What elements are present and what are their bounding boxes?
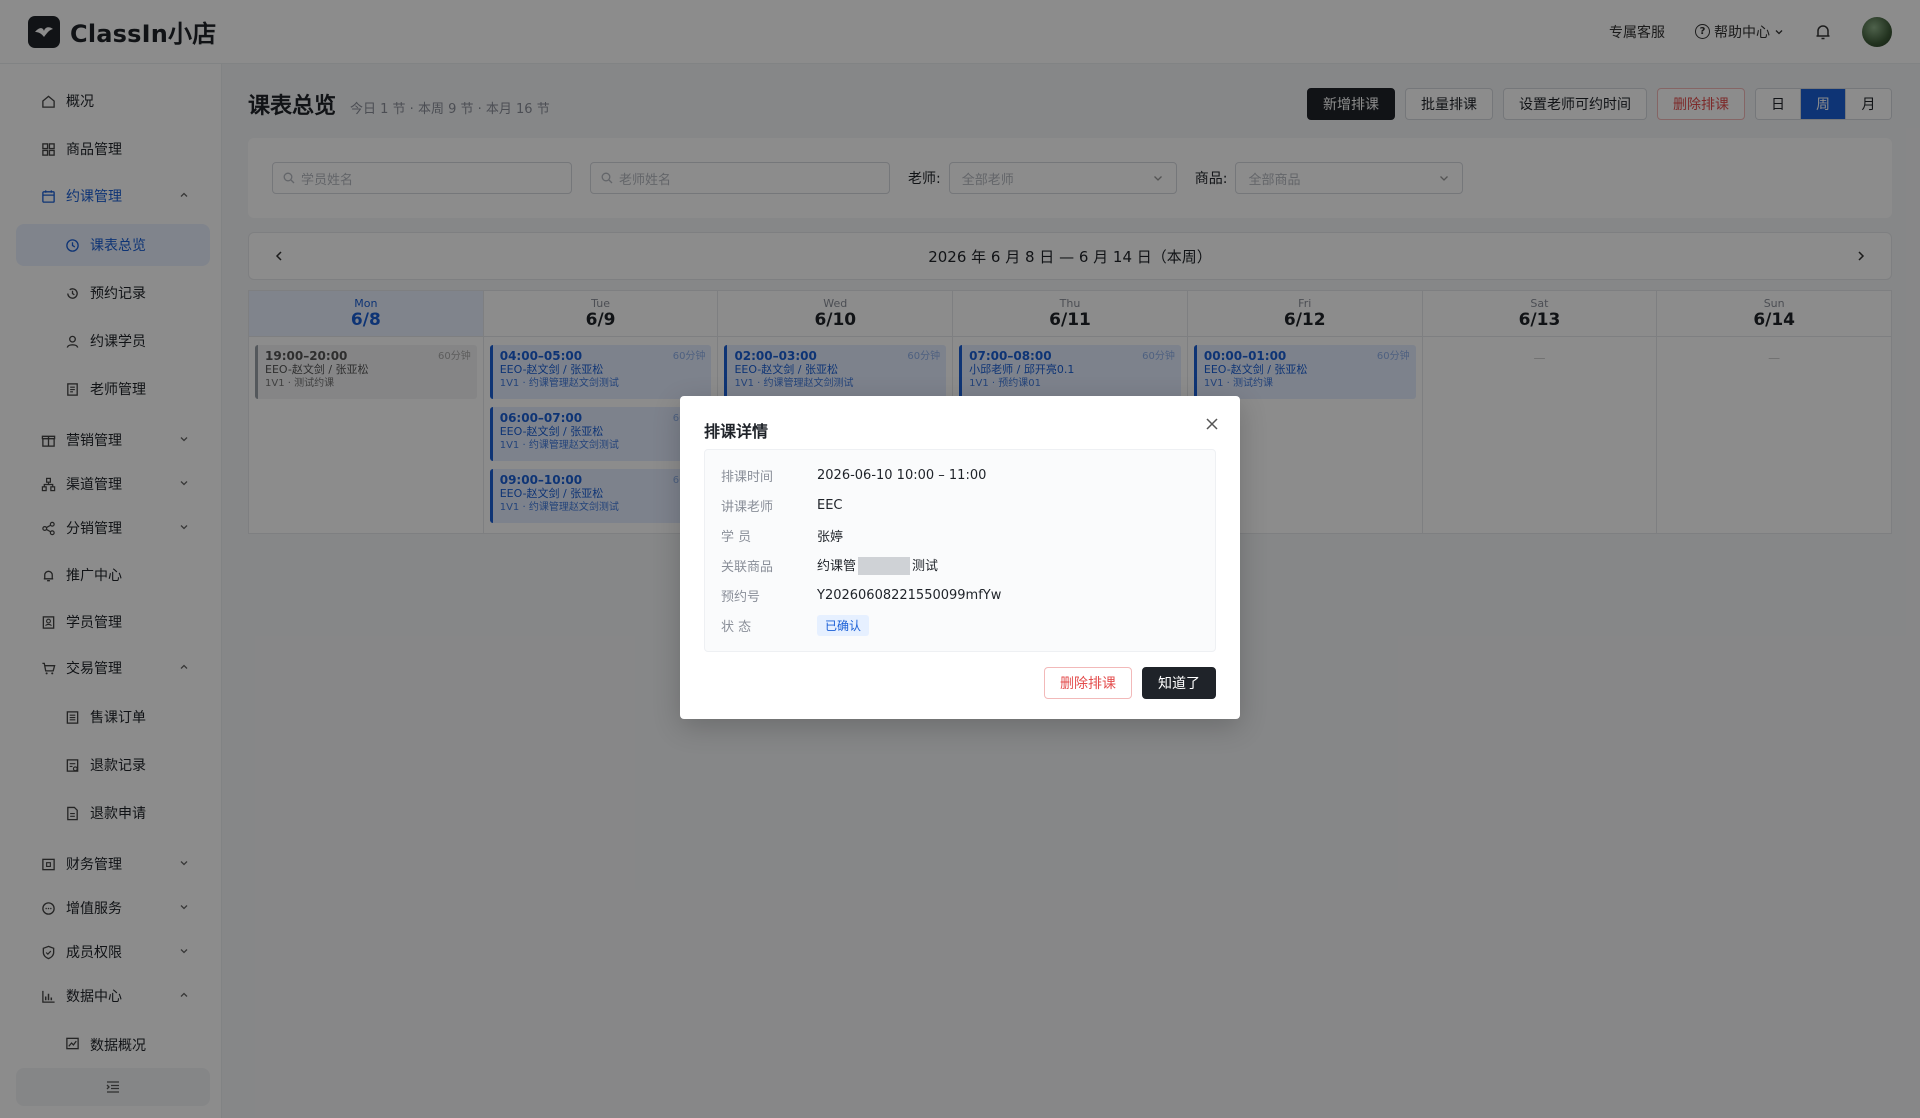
close-icon <box>1206 418 1218 430</box>
schedule-detail-panel: 排课时间 2026-06-10 10:00 – 11:00 讲课老师 EEC 学… <box>704 449 1216 652</box>
detail-value: 张婷 <box>817 529 844 545</box>
product-name-start: 约课管 <box>817 558 857 574</box>
detail-key: 预约号 <box>721 589 761 605</box>
detail-value: Y20260608221550099mfYw <box>817 587 1002 603</box>
detail-row-status: 状 态 已确认 <box>721 610 1199 640</box>
detail-value: EEC <box>817 497 843 513</box>
status-badge: 已确认 <box>817 614 870 636</box>
detail-key: 状 态 <box>721 619 752 635</box>
detail-row-time: 排课时间 2026-06-10 10:00 – 11:00 <box>721 460 1199 490</box>
product-name-end: 测试 <box>912 558 939 574</box>
detail-value: 约课管 测试 <box>817 555 938 576</box>
detail-row-product: 关联商品 约课管 测试 <box>721 550 1199 580</box>
detail-row-student: 学 员 张婷 <box>721 520 1199 550</box>
detail-row-booking-id: 预约号 Y20260608221550099mfYw <box>721 580 1199 610</box>
close-modal-button[interactable] <box>1202 414 1222 434</box>
modal-delete-schedule-button[interactable]: 删除排课 <box>1044 667 1132 699</box>
detail-key: 学 员 <box>721 529 752 545</box>
schedule-detail-modal: 排课详情 排课时间 2026-06-10 10:00 – 11:00 讲课老师 … <box>680 396 1240 719</box>
modal-title: 排课详情 <box>704 422 769 441</box>
detail-key: 关联商品 <box>721 559 774 575</box>
detail-row-teacher: 讲课老师 EEC <box>721 490 1199 520</box>
modal-ok-button[interactable]: 知道了 <box>1142 667 1216 699</box>
redaction-mask <box>858 557 911 576</box>
detail-key: 讲课老师 <box>721 499 774 515</box>
detail-key: 排课时间 <box>721 469 774 485</box>
detail-value: 2026-06-10 10:00 – 11:00 <box>817 467 987 483</box>
